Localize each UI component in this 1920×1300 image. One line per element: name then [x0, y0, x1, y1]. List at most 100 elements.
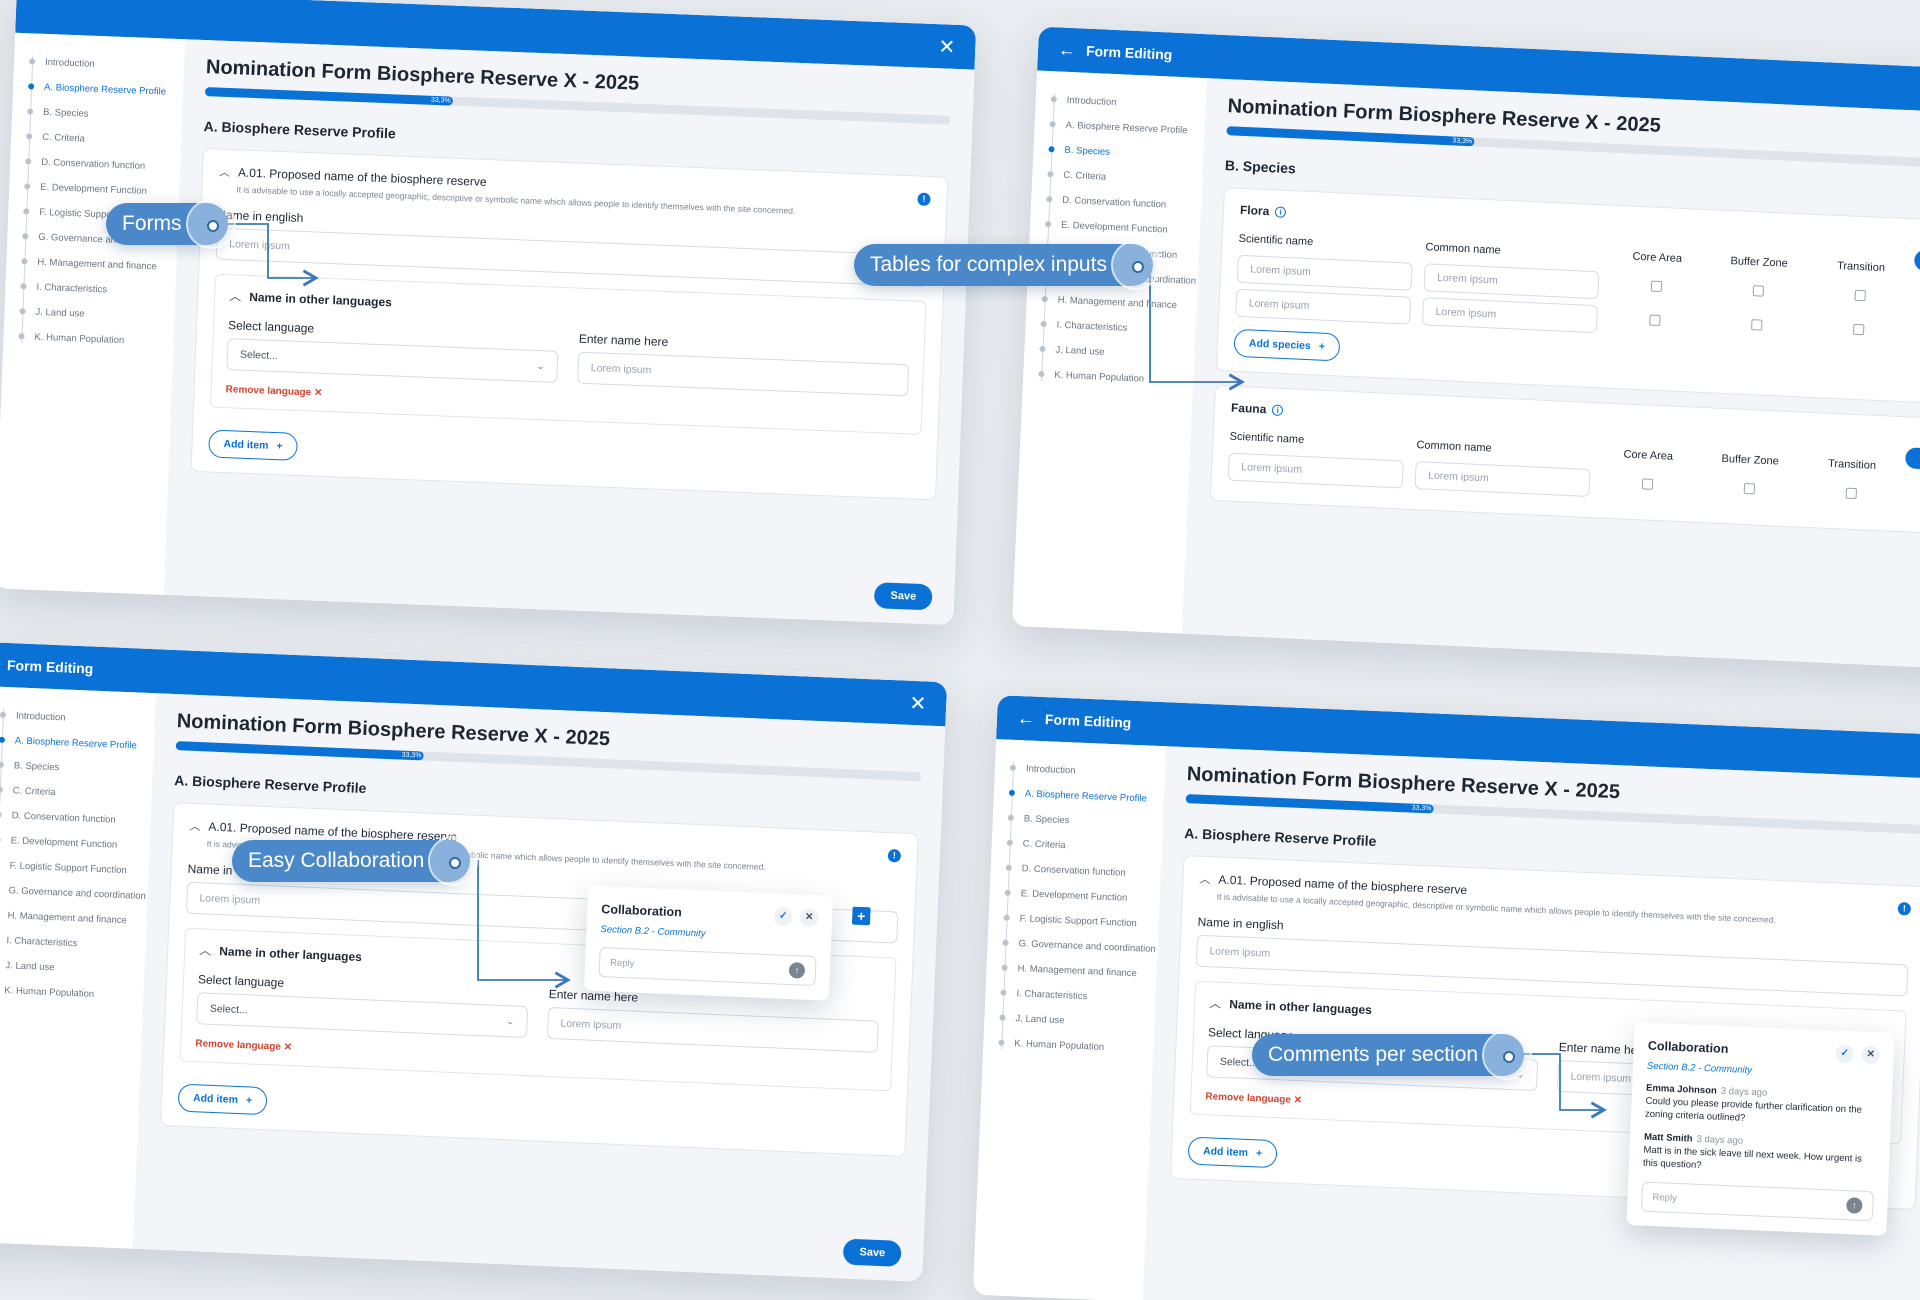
info-icon[interactable]: !: [1897, 901, 1912, 916]
info-icon[interactable]: i: [1275, 205, 1287, 218]
chevron-up-icon[interactable]: ︿: [229, 287, 242, 304]
send-icon[interactable]: ↑: [1846, 1197, 1863, 1214]
sidebar-item[interactable]: B. Species: [14, 759, 153, 778]
other-name-input[interactable]: Lorem ipsum: [577, 351, 910, 397]
add-item-button[interactable]: Add item +: [208, 429, 299, 461]
sidebar-item[interactable]: I. Characteristics: [1016, 987, 1155, 1006]
sidebar-item[interactable]: J. Land use: [1015, 1012, 1154, 1031]
common-name-input[interactable]: Lorem ipsum: [1423, 263, 1600, 300]
back-arrow-icon[interactable]: ←: [1058, 39, 1077, 61]
sidebar-item[interactable]: A. Biosphere Reserve Profile: [15, 734, 154, 753]
section-reference[interactable]: Section B.2 - Community: [600, 924, 817, 944]
sidebar-item[interactable]: C. Criteria: [1023, 837, 1162, 856]
check-icon[interactable]: ✓: [773, 907, 793, 927]
sidebar-item[interactable]: A. Biosphere Reserve Profile: [44, 81, 183, 99]
zone-checkbox[interactable]: [1852, 323, 1864, 336]
zone-checkbox[interactable]: [1752, 285, 1764, 297]
sidebar-item[interactable]: J. Land use: [1055, 344, 1194, 363]
add-item-button[interactable]: Add item +: [1187, 1136, 1278, 1169]
sidebar-item[interactable]: G. Governance and coordination: [1018, 937, 1157, 956]
sidebar-item[interactable]: K. Human Population: [1054, 369, 1193, 388]
sidebar-item[interactable]: G. Governance and coordination: [8, 884, 147, 903]
sidebar-item[interactable]: E. Development Function: [10, 834, 149, 853]
sidebar-item[interactable]: J. Land use: [35, 306, 174, 324]
chevron-up-icon[interactable]: ︿: [219, 164, 231, 180]
sidebar-item[interactable]: E. Development Function: [1061, 219, 1200, 238]
sidebar-item[interactable]: I. Characteristics: [6, 934, 145, 953]
add-species-button[interactable]: Add species +: [1233, 328, 1341, 362]
close-icon[interactable]: ✕: [938, 34, 956, 60]
save-button[interactable]: Save: [874, 582, 933, 611]
zone-checkbox[interactable]: [1750, 319, 1763, 331]
chevron-up-icon[interactable]: ︿: [189, 818, 201, 834]
sidebar-item[interactable]: A. Biosphere Reserve Profile: [1025, 787, 1164, 806]
sidebar-item[interactable]: E. Development Function: [40, 181, 179, 199]
zone-checkbox[interactable]: [1650, 280, 1662, 293]
check-icon[interactable]: ✓: [1835, 1044, 1855, 1064]
sidebar-item[interactable]: B. Species: [1064, 144, 1203, 163]
sidebar-item[interactable]: A. Biosphere Reserve Profile: [1065, 119, 1204, 138]
sidebar-item[interactable]: K. Human Population: [4, 984, 143, 1003]
sidebar-item[interactable]: Introduction: [1026, 762, 1165, 781]
info-icon[interactable]: !: [917, 192, 931, 206]
sidebar-item[interactable]: J. Land use: [5, 959, 144, 978]
column-header: Transition: [1836, 259, 1886, 275]
sidebar-item[interactable]: H. Management and finance: [37, 256, 176, 274]
sidebar-item[interactable]: Introduction: [16, 709, 155, 728]
plus-icon: +: [245, 1094, 253, 1107]
sidebar-item[interactable]: C. Criteria: [1063, 169, 1202, 188]
sidebar-item[interactable]: D. Conservation function: [1021, 862, 1160, 881]
close-icon[interactable]: ✕: [1861, 1045, 1881, 1065]
sidebar-item[interactable]: Introduction: [1066, 94, 1205, 113]
add-comment-icon[interactable]: +: [851, 906, 871, 926]
sidebar-item[interactable]: D. Conservation function: [41, 156, 180, 174]
sidebar-item[interactable]: H. Management and finance: [1057, 294, 1196, 313]
sidebar-item[interactable]: D. Conservation function: [11, 809, 150, 828]
language-select[interactable]: Select... ⌄: [196, 992, 529, 1039]
chevron-up-icon[interactable]: ︿: [1199, 871, 1211, 887]
sidebar-item[interactable]: Introduction: [45, 56, 184, 74]
zone-checkbox[interactable]: [1743, 482, 1755, 495]
sidebar-item[interactable]: H. Management and finance: [7, 909, 146, 928]
sidebar-item[interactable]: E. Development Function: [1020, 887, 1159, 906]
zone-checkbox[interactable]: [1854, 289, 1866, 302]
send-icon[interactable]: ↑: [788, 961, 806, 979]
sidebar-item[interactable]: D. Conservation function: [1062, 194, 1201, 213]
info-icon[interactable]: i: [1272, 404, 1284, 416]
common-name-input[interactable]: Lorem ipsum: [1421, 297, 1599, 334]
scientific-name-input[interactable]: Lorem ipsum: [1235, 288, 1412, 325]
info-icon[interactable]: !: [887, 848, 902, 863]
other-name-input[interactable]: Lorem ipsum: [546, 1006, 879, 1053]
reply-input[interactable]: Reply ↑: [598, 947, 817, 987]
sidebar-item[interactable]: H. Management and finance: [1017, 962, 1156, 981]
sidebar-item[interactable]: C. Criteria: [13, 784, 152, 803]
sidebar-item[interactable]: B. Species: [1024, 812, 1163, 831]
back-arrow-icon[interactable]: ←: [1017, 707, 1036, 729]
chevron-up-icon[interactable]: ︿: [199, 941, 212, 958]
select-value: Select...: [239, 348, 279, 363]
progress-fill: [204, 87, 454, 106]
common-name-input[interactable]: Lorem ipsum: [1414, 461, 1591, 497]
sidebar-item[interactable]: F. Logistic Support Function: [9, 859, 148, 878]
sidebar-item[interactable]: I. Characteristics: [1056, 319, 1195, 338]
add-item-button[interactable]: Add item +: [177, 1083, 268, 1116]
sidebar-item[interactable]: C. Criteria: [42, 131, 181, 149]
chevron-up-icon[interactable]: ︿: [1209, 994, 1222, 1011]
sidebar-item[interactable]: I. Characteristics: [36, 281, 175, 299]
reply-input[interactable]: Reply ↑: [1640, 1181, 1874, 1222]
callout-collaboration: Easy Collaboration: [232, 836, 479, 886]
sidebar-item[interactable]: K. Human Population: [1014, 1037, 1153, 1056]
scientific-name-input[interactable]: Lorem ipsum: [1227, 452, 1404, 489]
sidebar-item[interactable]: K. Human Population: [34, 331, 173, 349]
language-select[interactable]: Select... ⌄: [226, 338, 559, 383]
zone-checkbox[interactable]: [1648, 314, 1661, 326]
close-icon[interactable]: ✕: [909, 690, 927, 716]
close-icon[interactable]: ✕: [799, 908, 819, 928]
zone-checkbox[interactable]: [1845, 487, 1857, 500]
save-button[interactable]: Save: [842, 1238, 902, 1267]
section-reference[interactable]: Section B.2 - Community: [1647, 1061, 1879, 1082]
scientific-name-input[interactable]: Lorem ipsum: [1236, 254, 1413, 291]
zone-checkbox[interactable]: [1641, 478, 1653, 490]
sidebar-item[interactable]: B. Species: [43, 106, 182, 124]
sidebar-item[interactable]: F. Logistic Support Function: [1019, 912, 1158, 931]
